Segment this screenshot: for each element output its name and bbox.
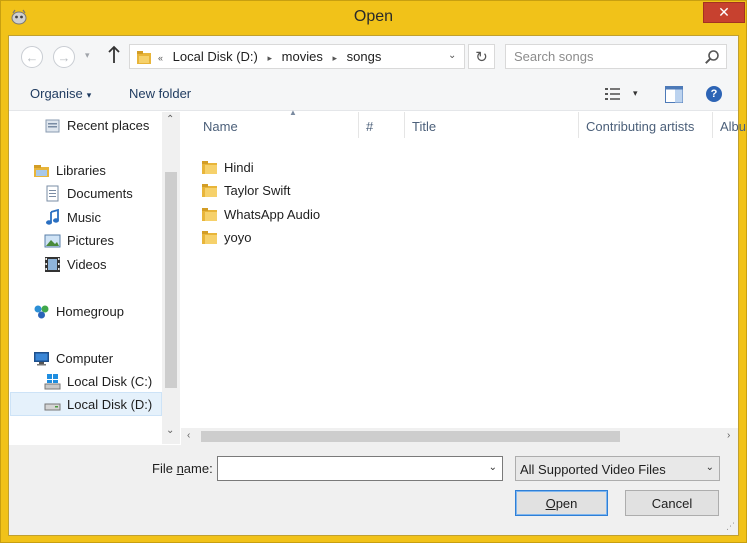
scrollbar-thumb[interactable] bbox=[165, 172, 177, 388]
command-bar: Organise ▾ New folder ▾ ? bbox=[9, 77, 738, 111]
sidebar-item-label: Documents bbox=[67, 186, 133, 201]
column-name[interactable]: ▲ Name bbox=[196, 108, 358, 138]
chevron-down-icon[interactable]: ⌄ bbox=[489, 462, 497, 473]
search-box[interactable]: Search songs bbox=[505, 44, 727, 69]
file-type-select[interactable]: All Supported Video Files ⌄ bbox=[515, 456, 720, 481]
file-list: ▲ Name # Title Contributing artists Albu… bbox=[181, 108, 746, 428]
new-folder-button[interactable]: New folder bbox=[129, 86, 191, 101]
folder-name: Hindi bbox=[224, 160, 254, 175]
chevron-right-icon[interactable]: ▸ bbox=[268, 53, 273, 63]
help-button[interactable]: ? bbox=[706, 86, 722, 102]
column-headers: ▲ Name # Title Contributing artists Albu bbox=[181, 108, 746, 138]
folder-name: WhatsApp Audio bbox=[224, 207, 321, 222]
pictures-icon bbox=[44, 234, 61, 248]
column-label: Name bbox=[203, 119, 238, 134]
view-options-icon[interactable] bbox=[605, 87, 621, 101]
address-bar[interactable]: « Local Disk (D:) ▸ movies ▸ songs ⌄ bbox=[129, 44, 465, 69]
scroll-down-icon[interactable]: ⌄ bbox=[166, 425, 174, 436]
documents-icon bbox=[46, 185, 59, 202]
back-button[interactable]: ← bbox=[21, 46, 43, 68]
path-overflow-icon[interactable]: « bbox=[158, 53, 163, 63]
forward-arrow-icon: → bbox=[57, 49, 71, 65]
folder-icon bbox=[202, 231, 217, 244]
column-number[interactable]: # bbox=[358, 112, 404, 138]
navigation-pane: Recent places Libraries Documents Music … bbox=[9, 112, 181, 444]
chevron-down-icon: ▾ bbox=[86, 90, 92, 100]
homegroup-icon bbox=[34, 305, 49, 319]
file-name-label: File name: bbox=[152, 461, 213, 476]
sort-ascending-icon: ▲ bbox=[289, 108, 297, 117]
breadcrumb-local-disk-d[interactable]: Local Disk (D:) bbox=[173, 49, 258, 64]
column-album[interactable]: Albu bbox=[712, 112, 746, 138]
cancel-button[interactable]: Cancel bbox=[625, 490, 719, 516]
sidebar-item-label: Local Disk (C:) bbox=[67, 374, 153, 389]
view-options-dropdown-icon[interactable]: ▾ bbox=[633, 88, 638, 99]
close-button[interactable]: ✕ bbox=[703, 2, 745, 23]
breadcrumb: « Local Disk (D:) ▸ movies ▸ songs bbox=[158, 49, 387, 64]
recent-places-icon bbox=[45, 119, 60, 133]
open-dialog: Open ✕ ← → ▾ « Local Disk (D:) ▸ movies … bbox=[0, 0, 747, 543]
column-title[interactable]: Title bbox=[404, 112, 578, 138]
title-bar[interactable]: Open ✕ bbox=[1, 1, 746, 35]
file-name-area: File name: ⌄ All Supported Video Files ⌄… bbox=[9, 445, 738, 535]
drive-d-icon bbox=[44, 403, 61, 411]
folder-icon bbox=[137, 51, 151, 64]
navigation-bar: ← → ▾ « Local Disk (D:) ▸ movies ▸ songs… bbox=[9, 36, 738, 77]
scroll-left-icon[interactable]: ‹ bbox=[187, 430, 190, 441]
back-arrow-icon: ← bbox=[25, 49, 39, 65]
folder-name: yoyo bbox=[224, 230, 252, 245]
sidebar-item-label: Local Disk (D:) bbox=[67, 397, 153, 412]
folder-icon bbox=[202, 184, 217, 197]
forward-button[interactable]: → bbox=[53, 46, 75, 68]
refresh-icon: ↻ bbox=[475, 48, 488, 66]
organise-label: Organise bbox=[30, 86, 83, 101]
sidebar-item-label: Music bbox=[67, 210, 101, 225]
sidebar-item-label: Videos bbox=[67, 257, 107, 272]
drive-c-icon bbox=[44, 374, 61, 390]
window-title: Open bbox=[353, 8, 394, 25]
preview-pane-icon[interactable] bbox=[665, 86, 683, 103]
help-icon: ? bbox=[710, 88, 718, 100]
chevron-right-icon[interactable]: ▸ bbox=[332, 53, 337, 63]
search-icon[interactable] bbox=[704, 49, 720, 65]
chevron-down-icon: ⌄ bbox=[705, 462, 714, 473]
sidebar-item-label: Pictures bbox=[67, 233, 114, 248]
column-contributing-artists[interactable]: Contributing artists bbox=[578, 112, 712, 138]
computer-icon bbox=[34, 352, 49, 366]
up-arrow-icon[interactable] bbox=[107, 45, 121, 65]
libraries-icon bbox=[34, 165, 49, 177]
recent-locations-dropdown[interactable]: ▾ bbox=[85, 50, 90, 61]
folder-icon bbox=[202, 161, 217, 174]
resize-grip-icon[interactable]: ⋰ bbox=[726, 521, 735, 532]
file-name-input[interactable]: ⌄ bbox=[217, 456, 503, 481]
file-list-hscrollbar[interactable]: ‹ › bbox=[181, 428, 738, 445]
file-type-value: All Supported Video Files bbox=[520, 462, 666, 477]
videos-icon bbox=[45, 257, 60, 272]
dialog-body: ← → ▾ « Local Disk (D:) ▸ movies ▸ songs… bbox=[8, 35, 746, 536]
sidebar-item-label: Computer bbox=[56, 351, 114, 366]
sidebar-item-label: Libraries bbox=[56, 163, 106, 178]
folder-icon bbox=[202, 208, 217, 221]
scroll-up-icon[interactable]: ⌃ bbox=[166, 114, 174, 125]
organise-button[interactable]: Organise ▾ bbox=[30, 86, 91, 101]
open-button[interactable]: Open bbox=[515, 490, 608, 516]
sidebar-item-label: Homegroup bbox=[56, 304, 124, 319]
breadcrumb-movies[interactable]: movies bbox=[282, 49, 323, 64]
address-dropdown-icon[interactable]: ⌄ bbox=[448, 50, 456, 61]
folder-name: Taylor Swift bbox=[224, 183, 291, 198]
sidebar-item-label: Recent places bbox=[67, 118, 150, 133]
scrollbar-thumb[interactable] bbox=[201, 431, 620, 442]
search-placeholder: Search songs bbox=[514, 49, 594, 64]
close-icon: ✕ bbox=[718, 4, 730, 20]
refresh-button[interactable]: ↻ bbox=[468, 44, 495, 69]
breadcrumb-songs[interactable]: songs bbox=[347, 49, 382, 64]
navpane-scrollbar[interactable]: ⌃ ⌄ bbox=[162, 112, 180, 444]
scroll-right-icon[interactable]: › bbox=[727, 430, 730, 441]
music-icon bbox=[46, 209, 59, 225]
